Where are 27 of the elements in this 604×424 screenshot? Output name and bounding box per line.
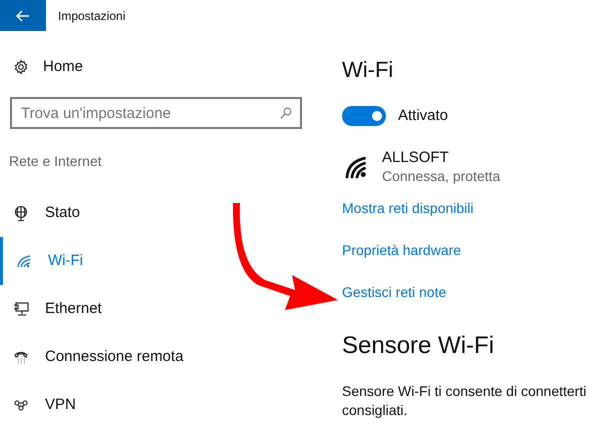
toggle-label: Attivato [398, 106, 448, 126]
gear-icon [13, 59, 29, 75]
back-button[interactable] [0, 0, 46, 31]
nav-item[interactable]: Ethernet [0, 285, 106, 333]
globe-icon [13, 205, 29, 221]
monitor-icon [13, 301, 29, 317]
home-link[interactable]: Home [43, 56, 84, 78]
description-text: Sensore Wi-Fi ti consente di connetterti consigliati. [342, 382, 586, 420]
nav-item[interactable]: VPN [0, 381, 80, 424]
settings-link[interactable]: Mostra reti disponibili [342, 198, 474, 218]
page-heading: Wi-Fi [342, 56, 394, 83]
window-title: Impostazioni [58, 8, 126, 24]
nav-item[interactable]: Connessione remota [0, 333, 188, 381]
settings-link[interactable]: Gestisci reti note [342, 282, 446, 302]
section-heading: Rete e Internet [9, 152, 103, 171]
toggle-switch[interactable] [342, 106, 386, 126]
wifi-icon [16, 253, 32, 269]
search-field[interactable]: Trova un'impostazione [10, 97, 302, 129]
settings-link[interactable]: Proprietà hardware [342, 240, 462, 260]
network-name: ALLSOFT [382, 148, 450, 166]
search-icon [280, 107, 292, 119]
section-heading: Sensore Wi-Fi [342, 330, 496, 360]
network-status: Connessa, protetta [382, 166, 500, 186]
back-arrow-icon [15, 8, 31, 24]
nav-item[interactable]: Wi-Fi [0, 237, 87, 285]
nav-item[interactable]: Stato [0, 189, 84, 237]
phone-icon [13, 349, 29, 365]
